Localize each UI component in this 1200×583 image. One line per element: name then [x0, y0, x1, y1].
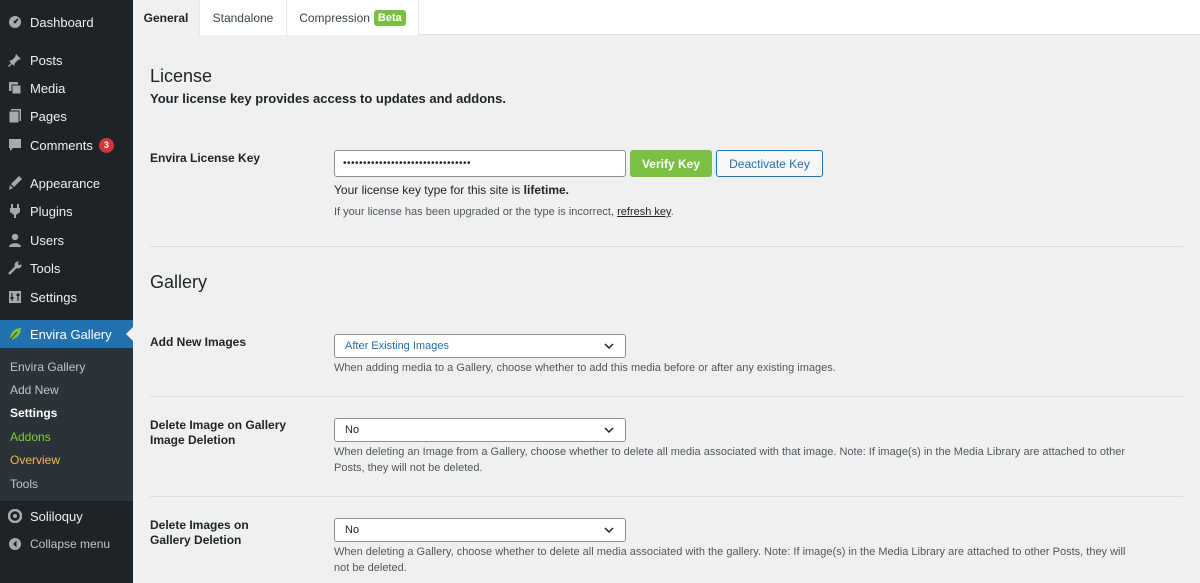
- menu-envira-gallery[interactable]: Envira Gallery: [0, 320, 133, 348]
- help-line: When deleting an Image from a Gallery, c…: [334, 446, 1125, 458]
- license-upgrade-note: If your license has been upgraded or the…: [334, 204, 674, 220]
- refresh-key-link[interactable]: refresh key: [617, 206, 671, 218]
- settings-tabs: General Standalone Compression Beta: [133, 0, 1200, 35]
- tools-icon: [8, 261, 22, 275]
- tab-general[interactable]: General: [133, 0, 200, 35]
- license-key-label: Envira License Key: [150, 151, 261, 165]
- select-value: No: [345, 424, 360, 436]
- menu-tools[interactable]: Tools: [0, 254, 133, 282]
- menu-dashboard[interactable]: Dashboard: [0, 8, 133, 36]
- license-type-prefix: Your license key type for this site is: [334, 183, 524, 197]
- label-line: Gallery Deletion: [150, 533, 242, 547]
- collapse-icon: [8, 537, 22, 551]
- verify-key-button[interactable]: Verify Key: [630, 150, 712, 177]
- license-description: Your license key provides access to upda…: [150, 91, 506, 106]
- menu-label: Tools: [30, 260, 61, 276]
- menu-label: Soliloquy: [30, 508, 83, 524]
- tab-label: Compression: [299, 10, 370, 25]
- license-heading: License: [150, 66, 213, 86]
- admin-sidebar: Dashboard Posts Media Pages Comments 3 A…: [0, 0, 133, 583]
- menu-appearance[interactable]: Appearance: [0, 169, 133, 197]
- media-icon: [8, 81, 22, 95]
- soliloquy-icon: [8, 509, 22, 523]
- label-line: Image Deletion: [150, 433, 236, 447]
- menu-posts[interactable]: Posts: [0, 46, 133, 74]
- add-new-images-label: Add New Images: [150, 335, 246, 350]
- menu-label: Comments: [30, 137, 93, 153]
- label-line: Add New Images: [150, 335, 247, 349]
- menu-label: Envira Gallery: [30, 326, 112, 342]
- menu-pages[interactable]: Pages: [0, 102, 133, 130]
- label-line: Delete Images on: [150, 518, 249, 532]
- chevron-down-icon: [604, 427, 614, 434]
- pages-icon: [8, 109, 22, 123]
- help-line: not be deleted.: [334, 562, 407, 574]
- row-divider: [150, 396, 1183, 397]
- row-divider: [150, 496, 1183, 497]
- select-value: After Existing Images: [345, 340, 449, 352]
- add-new-images-help: When adding media to a Gallery, choose w…: [334, 362, 836, 374]
- menu-label: Media: [30, 80, 66, 96]
- tab-standalone[interactable]: Standalone: [200, 0, 287, 35]
- menu-label: Appearance: [30, 175, 101, 191]
- menu-label: Collapse menu: [30, 537, 111, 551]
- tab-label: Standalone: [212, 10, 274, 25]
- delete-images-select[interactable]: No: [334, 518, 626, 542]
- deactivate-key-button[interactable]: Deactivate Key: [716, 150, 823, 177]
- delete-image-label: Delete Image on Gallery Image Deletion: [150, 418, 286, 448]
- delete-images-label: Delete Images on Gallery Deletion: [150, 518, 249, 548]
- leaf-icon: [8, 327, 22, 341]
- menu-label: Plugins: [30, 203, 73, 219]
- menu-media[interactable]: Media: [0, 74, 133, 102]
- menu-label: Dashboard: [30, 14, 94, 30]
- menu-users[interactable]: Users: [0, 226, 133, 254]
- submenu-add-new[interactable]: Add New: [10, 383, 59, 397]
- pin-icon: [8, 53, 22, 67]
- menu-plugins[interactable]: Plugins: [0, 197, 133, 225]
- license-key-input[interactable]: ••••••••••••••••••••••••••••••••: [334, 150, 626, 177]
- license-type-note: Your license key type for this site is l…: [334, 183, 569, 197]
- upgrade-text: If your license has been upgraded or the…: [334, 206, 618, 218]
- tab-compression[interactable]: Compression Beta: [287, 0, 419, 35]
- chevron-down-icon: [604, 527, 614, 534]
- chevron-down-icon: [604, 343, 614, 350]
- submenu-overview[interactable]: Overview: [10, 453, 60, 467]
- delete-image-select[interactable]: No: [334, 418, 626, 442]
- comments-icon: [8, 138, 22, 152]
- menu-settings[interactable]: Settings: [0, 283, 133, 311]
- comments-count-badge: 3: [98, 137, 114, 153]
- license-type-value: lifetime.: [523, 183, 570, 197]
- select-value: No: [345, 524, 360, 536]
- menu-label: Users: [30, 232, 64, 248]
- menu-comments[interactable]: Comments 3: [0, 131, 133, 159]
- beta-badge: Beta: [373, 9, 406, 26]
- submenu-addons[interactable]: Addons: [10, 430, 51, 444]
- dashboard-icon: [8, 15, 22, 29]
- gallery-heading: Gallery: [150, 272, 208, 292]
- submenu-envira-gallery[interactable]: Envira Gallery: [10, 360, 85, 374]
- tab-label: General: [143, 10, 189, 25]
- envira-submenu: Envira Gallery Add New Settings Addons O…: [0, 348, 133, 501]
- delete-image-help: When deleting an Image from a Gallery, c…: [334, 444, 1184, 476]
- plugins-icon: [8, 204, 22, 218]
- section-divider: [150, 246, 1183, 247]
- collapse-menu-button[interactable]: Collapse menu: [0, 530, 133, 558]
- menu-label: Pages: [30, 108, 67, 124]
- help-line: Posts, they will not be deleted.: [334, 462, 483, 474]
- license-key-value: ••••••••••••••••••••••••••••••••: [343, 158, 472, 169]
- upgrade-end: .: [670, 206, 674, 218]
- add-new-images-select[interactable]: After Existing Images: [334, 334, 626, 358]
- menu-soliloquy[interactable]: Soliloquy: [0, 502, 133, 530]
- menu-label: Settings: [30, 289, 77, 305]
- users-icon: [8, 233, 22, 247]
- settings-icon: [8, 290, 22, 304]
- submenu-tools[interactable]: Tools: [10, 477, 38, 491]
- menu-label: Posts: [30, 52, 63, 68]
- delete-images-help: When deleting a Gallery, choose whether …: [334, 544, 1184, 576]
- appearance-icon: [8, 176, 22, 190]
- label-line: Delete Image on Gallery: [150, 418, 287, 432]
- submenu-settings[interactable]: Settings: [10, 406, 57, 420]
- help-line: When deleting a Gallery, choose whether …: [334, 546, 1126, 558]
